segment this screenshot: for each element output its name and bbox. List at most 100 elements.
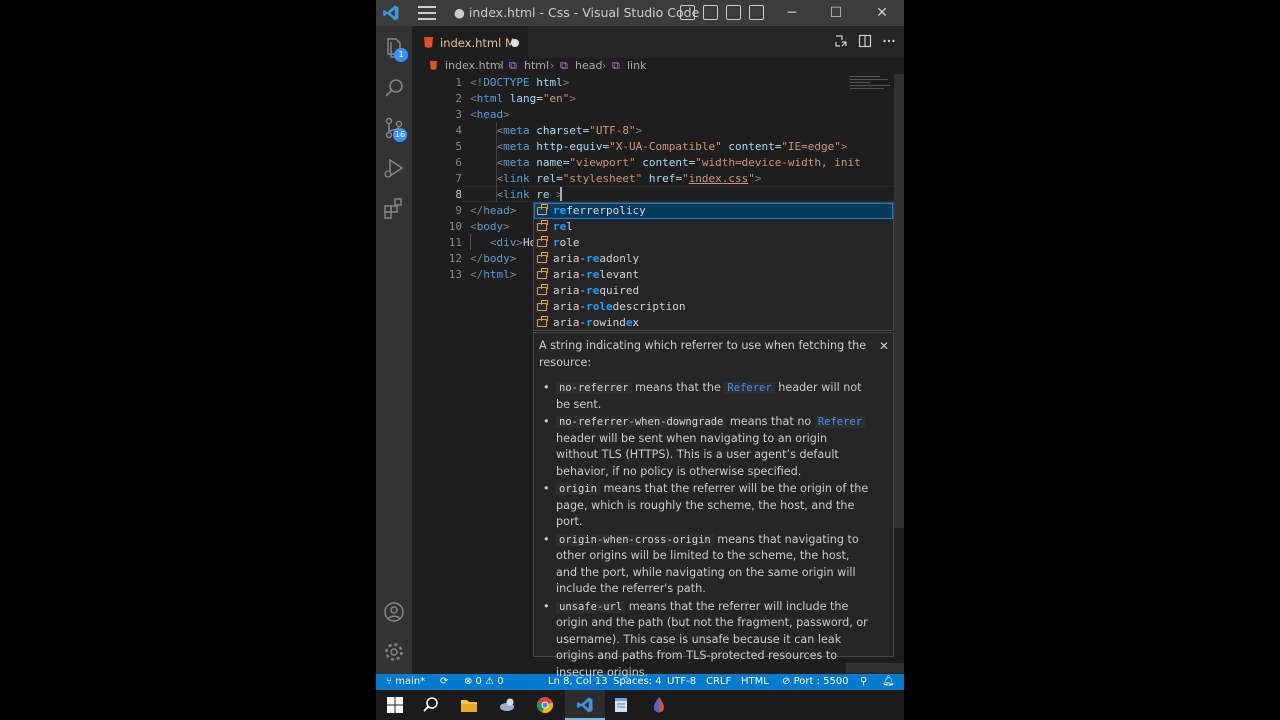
line-number: 5 xyxy=(455,140,462,153)
minimize-button[interactable]: ─ xyxy=(782,3,802,23)
toggle-secondary-sidebar-icon[interactable] xyxy=(726,5,741,20)
code-line: <meta charset="UTF-8"> xyxy=(496,124,643,137)
code-line: <div>Ho xyxy=(489,236,537,249)
details-item: origin-when-cross-origin means that navi… xyxy=(540,532,872,598)
title-bar: ● index.html - Css - Visual Studio Code … xyxy=(376,0,904,26)
close-details-button[interactable]: ✕ xyxy=(879,338,889,355)
suggestion-details: ✕ A string indicating which referrer to … xyxy=(533,332,894,679)
explorer-badge: 1 xyxy=(394,48,408,62)
code-line: <!DOCTYPE html> xyxy=(470,76,570,89)
suggest-widget: referrerpolicy rel role aria-readonly ar… xyxy=(533,202,894,331)
customize-layout-icon[interactable] xyxy=(749,5,764,20)
code-line-active: <link re > xyxy=(496,188,563,201)
code-line: </head> xyxy=(470,204,517,217)
tab-label: index.html M xyxy=(440,36,515,50)
taskbar-search-icon[interactable] xyxy=(422,696,440,714)
taskbar-active-app[interactable] xyxy=(565,690,605,720)
vscode-taskbar-icon xyxy=(577,697,593,713)
branch-status[interactable]: ⑂ main* xyxy=(386,676,425,687)
run-debug-icon[interactable] xyxy=(382,156,406,180)
toggle-sidebar-icon[interactable] xyxy=(680,5,695,20)
property-icon xyxy=(537,300,548,311)
breadcrumb-link[interactable]: link xyxy=(627,59,646,72)
split-editor-icon[interactable] xyxy=(858,34,872,48)
details-item: no-referrer-when-downgrade means that no… xyxy=(540,414,872,480)
more-actions-icon[interactable] xyxy=(882,34,896,48)
element-icon: ⧉ xyxy=(560,59,568,72)
line-number: 3 xyxy=(455,108,462,121)
text-cursor xyxy=(560,187,562,201)
chevron-right-icon: › xyxy=(550,59,555,72)
notifications-icon[interactable]: 🔔︎ xyxy=(882,676,895,687)
file-explorer-icon[interactable] xyxy=(460,696,478,714)
line-number: 10 xyxy=(448,220,462,233)
property-icon xyxy=(537,284,548,295)
source-control-badge: 16 xyxy=(393,128,407,142)
code-line: <head> xyxy=(470,108,510,121)
suggestion-item-referrerpolicy[interactable]: referrerpolicy xyxy=(534,203,893,219)
property-icon xyxy=(537,204,548,215)
notepad-icon[interactable] xyxy=(612,696,630,714)
details-item: unsafe-url means that the referrer will … xyxy=(540,599,872,682)
network-app-icon[interactable] xyxy=(498,696,516,714)
tab-index-html[interactable]: index.html M xyxy=(412,26,528,58)
maximize-button[interactable]: ☐ xyxy=(826,3,846,23)
chevron-right-icon: › xyxy=(499,59,504,72)
chrome-icon[interactable] xyxy=(536,696,554,714)
suggestion-item-role[interactable]: role xyxy=(534,235,893,251)
open-changes-icon[interactable] xyxy=(834,34,848,48)
extensions-icon[interactable] xyxy=(382,196,406,220)
toggle-panel-icon[interactable] xyxy=(703,5,718,20)
suggestion-item-aria-rowindex[interactable]: aria-rowindex xyxy=(534,315,893,331)
breadcrumb: index.html › ⧉ html › ⧉ head › ⧉ link xyxy=(412,58,904,74)
suggestion-item-rel[interactable]: rel xyxy=(534,219,893,235)
details-intro: A string indicating which referrer to us… xyxy=(539,339,867,369)
breadcrumb-file[interactable]: index.html xyxy=(445,59,504,72)
line-number: 9 xyxy=(455,204,462,217)
line-number-active: 8 xyxy=(455,188,462,201)
element-icon: ⧉ xyxy=(612,59,620,72)
sync-icon[interactable]: ⟳ xyxy=(440,676,448,687)
vertical-scrollbar[interactable] xyxy=(894,74,904,528)
line-number: 6 xyxy=(455,156,462,169)
editor-actions xyxy=(834,34,896,48)
element-icon: ⧉ xyxy=(509,59,517,72)
line-number: 4 xyxy=(455,124,462,137)
html-file-icon xyxy=(430,61,437,70)
activity-bar: 1 16 xyxy=(376,26,412,674)
details-item: origin means that the referrer will be t… xyxy=(540,481,872,531)
code-line: <meta name="viewport" content="width=dev… xyxy=(496,156,861,169)
minimap[interactable] xyxy=(850,76,894,96)
manage-gear-icon[interactable] xyxy=(382,640,406,664)
suggestion-item-aria-relevant[interactable]: aria-relevant xyxy=(534,267,893,283)
code-line: <html lang="en"> xyxy=(470,92,576,105)
code-line: <meta http-equiv="X-UA-Compatible" conte… xyxy=(496,140,848,153)
line-number: 2 xyxy=(455,92,462,105)
window-title: ● index.html - Css - Visual Studio Code xyxy=(454,5,700,20)
taskbar xyxy=(376,690,904,720)
search-icon[interactable] xyxy=(382,76,406,100)
vscode-logo-icon xyxy=(383,5,399,21)
details-list: no-referrer means that the Referer heade… xyxy=(540,380,872,682)
property-icon xyxy=(537,236,548,247)
unsaved-dot-icon[interactable] xyxy=(511,39,519,47)
accounts-icon[interactable] xyxy=(382,600,406,624)
menu-icon[interactable] xyxy=(418,6,436,20)
windows-start-icon[interactable] xyxy=(386,696,404,714)
code-line: <body> xyxy=(470,220,510,233)
chevron-right-icon: › xyxy=(602,59,607,72)
breadcrumb-head[interactable]: head xyxy=(575,59,602,72)
problems-status[interactable]: ⊗ 0 ⚠ 0 xyxy=(464,676,504,687)
tab-bar: index.html M xyxy=(412,26,904,58)
line-number: 12 xyxy=(448,252,462,265)
code-line: <link rel="stylesheet" href="index.css"> xyxy=(496,172,762,185)
close-window-button[interactable]: ✕ xyxy=(872,3,892,23)
suggestion-item-aria-readonly[interactable]: aria-readonly xyxy=(534,251,893,267)
line-number: 1 xyxy=(455,76,462,89)
color-picker-icon[interactable] xyxy=(650,696,668,714)
suggestion-item-aria-required[interactable]: aria-required xyxy=(534,283,893,299)
property-icon xyxy=(537,252,548,263)
code-line: </html> xyxy=(470,268,517,281)
breadcrumb-html[interactable]: html xyxy=(524,59,549,72)
suggestion-item-aria-roledescription[interactable]: aria-roledescription xyxy=(534,299,893,315)
